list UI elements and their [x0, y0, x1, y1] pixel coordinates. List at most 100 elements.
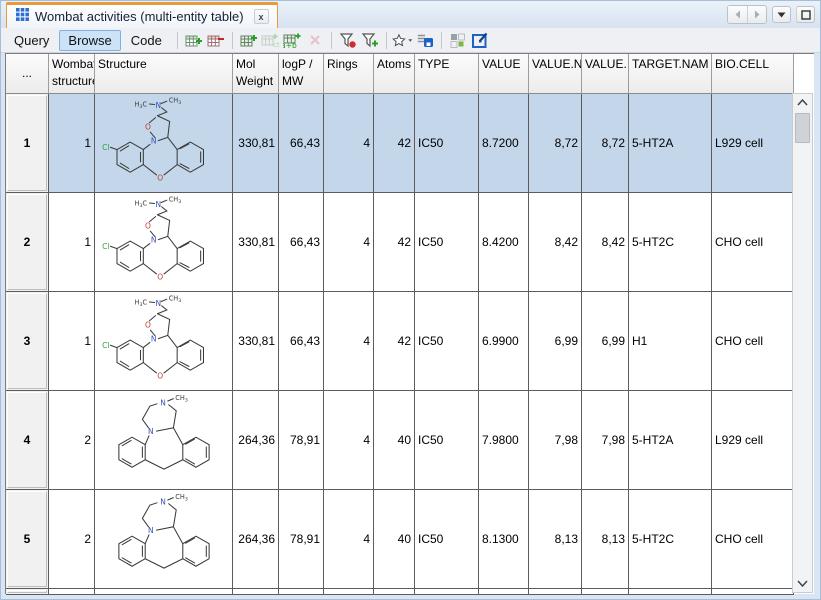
table-row[interactable]: 52264,3678,91440IC508.13008,138,135-HT2C… [6, 490, 814, 589]
row-number-cell[interactable]: 1 [6, 94, 49, 193]
cell-mol[interactable]: 264,36 [233, 391, 279, 490]
vertical-scrollbar[interactable] [792, 93, 813, 593]
form-view-icon[interactable] [469, 30, 491, 50]
cell-value[interactable]: 6.9900 [479, 292, 529, 391]
cell-mol[interactable]: 330,81 [233, 292, 279, 391]
grid-view-icon[interactable] [447, 30, 469, 50]
cell-value_2[interactable]: 8,72 [582, 94, 629, 193]
row-number-cell[interactable]: 4 [6, 391, 49, 490]
cell-bio[interactable]: CHO cell [712, 193, 794, 292]
cell-wombat[interactable]: 2 [49, 391, 95, 490]
cell-rings[interactable]: 4 [324, 292, 374, 391]
column-header-value[interactable]: VALUE [479, 54, 529, 94]
cell-value[interactable]: 8.1300 [479, 490, 529, 589]
cell-value_2[interactable]: 8,42 [582, 193, 629, 292]
column-header-structure[interactable]: Structure [95, 54, 233, 94]
browse-mode-button[interactable]: Browse [59, 30, 120, 51]
favorites-star-icon[interactable] [392, 30, 414, 50]
remove-data-table-icon[interactable] [205, 30, 227, 50]
add-data-table-icon[interactable] [183, 30, 205, 50]
tab-wombat-activities[interactable]: Wombat activities (multi-entity table) x [6, 2, 278, 28]
structure-cell[interactable] [95, 94, 233, 193]
tab-list-dropdown-button[interactable] [772, 6, 791, 23]
scroll-down-icon[interactable] [793, 575, 812, 592]
cell-value[interactable]: 7.9800 [479, 391, 529, 490]
scrollbar-thumb[interactable] [795, 113, 810, 143]
cell-value_n[interactable]: 8,72 [529, 94, 582, 193]
cell-rings[interactable]: 4 [324, 193, 374, 292]
tab-close-icon[interactable]: x [254, 9, 269, 24]
column-header-logp[interactable]: logP / MW [279, 54, 324, 94]
cell-logp[interactable]: 66,43 [279, 193, 324, 292]
column-header-value_n[interactable]: VALUE.N [529, 54, 582, 94]
cell-wombat[interactable]: 1 [49, 94, 95, 193]
add-table-icon[interactable] [238, 30, 260, 50]
cell-atoms[interactable]: 42 [374, 193, 415, 292]
column-header-value_2[interactable]: VALUE. [582, 54, 629, 94]
cell-target[interactable]: 5-HT2C [629, 193, 712, 292]
structure-cell[interactable] [95, 490, 233, 589]
cell-value_n[interactable]: 6,99 [529, 292, 582, 391]
column-header-target[interactable]: TARGET.NAM [629, 54, 712, 94]
column-header-wombat[interactable]: Wombat structure [49, 54, 95, 94]
cell-value_2[interactable]: 8,13 [582, 490, 629, 589]
row-number-cell[interactable]: 2 [6, 193, 49, 292]
table-row[interactable]: 42264,3678,91440IC507.98007,987,985-HT2A… [6, 391, 814, 490]
cell-type[interactable]: IC50 [415, 391, 479, 490]
cell-value_n[interactable]: 8,42 [529, 193, 582, 292]
cell-target[interactable]: 5-HT2C [629, 490, 712, 589]
cell-logp[interactable]: 66,43 [279, 292, 324, 391]
cell-mol[interactable]: 330,81 [233, 193, 279, 292]
cell-wombat[interactable]: 1 [49, 292, 95, 391]
column-header-atoms[interactable]: Atoms [374, 54, 415, 94]
save-list-icon[interactable] [414, 30, 436, 50]
maximize-button[interactable] [796, 6, 815, 23]
cell-value[interactable]: 8.4200 [479, 193, 529, 292]
column-header-mol[interactable]: Mol Weight [233, 54, 279, 94]
table-row[interactable]: 31330,8166,43442IC506.99006,996,99H1CHO … [6, 292, 814, 391]
column-header-type[interactable]: TYPE [415, 54, 479, 94]
cell-rings[interactable]: 4 [324, 490, 374, 589]
column-header-num[interactable]: ... [6, 54, 49, 94]
add-filter-icon[interactable] [359, 30, 381, 50]
cell-type[interactable]: IC50 [415, 292, 479, 391]
cell-type[interactable]: IC50 [415, 94, 479, 193]
structure-cell[interactable] [95, 292, 233, 391]
cell-atoms[interactable]: 42 [374, 292, 415, 391]
cell-atoms[interactable]: 40 [374, 490, 415, 589]
cell-target[interactable]: H1 [629, 292, 712, 391]
cell-wombat[interactable]: 2 [49, 490, 95, 589]
column-header-bio[interactable]: BIO.CELL [712, 54, 794, 94]
cell-value_n[interactable]: 8,13 [529, 490, 582, 589]
code-mode-button[interactable]: Code [122, 30, 171, 51]
cell-wombat[interactable]: 1 [49, 193, 95, 292]
row-number-cell[interactable]: 3 [6, 292, 49, 391]
cell-atoms[interactable]: 42 [374, 94, 415, 193]
cell-target[interactable]: 5-HT2A [629, 391, 712, 490]
cell-value_2[interactable]: 6,99 [582, 292, 629, 391]
cell-bio[interactable]: L929 cell [712, 94, 794, 193]
cell-rings[interactable]: 4 [324, 391, 374, 490]
table-row[interactable]: 11330,8166,43442IC508.72008,728,725-HT2A… [6, 94, 814, 193]
cell-mol[interactable]: 330,81 [233, 94, 279, 193]
table-row[interactable]: 21330,8166,43442IC508.42008,428,425-HT2C… [6, 193, 814, 292]
cell-value_n[interactable]: 7,98 [529, 391, 582, 490]
add-ab-table-icon[interactable]: a+b [282, 30, 304, 50]
column-header-rings[interactable]: Rings [324, 54, 374, 94]
next-tab-button[interactable] [747, 6, 766, 23]
structure-cell[interactable] [95, 391, 233, 490]
cell-bio[interactable]: CHO cell [712, 292, 794, 391]
cell-logp[interactable]: 78,91 [279, 391, 324, 490]
cell-type[interactable]: IC50 [415, 193, 479, 292]
query-mode-button[interactable]: Query [5, 30, 58, 51]
scroll-up-icon[interactable] [793, 94, 812, 111]
cell-atoms[interactable]: 40 [374, 391, 415, 490]
cell-value[interactable]: 8.7200 [479, 94, 529, 193]
cell-type[interactable]: IC50 [415, 490, 479, 589]
row-number-cell[interactable]: 5 [6, 490, 49, 589]
filter-active-icon[interactable] [337, 30, 359, 50]
cell-logp[interactable]: 78,91 [279, 490, 324, 589]
cell-bio[interactable]: L929 cell [712, 391, 794, 490]
cell-rings[interactable]: 4 [324, 94, 374, 193]
cell-value_2[interactable]: 7,98 [582, 391, 629, 490]
